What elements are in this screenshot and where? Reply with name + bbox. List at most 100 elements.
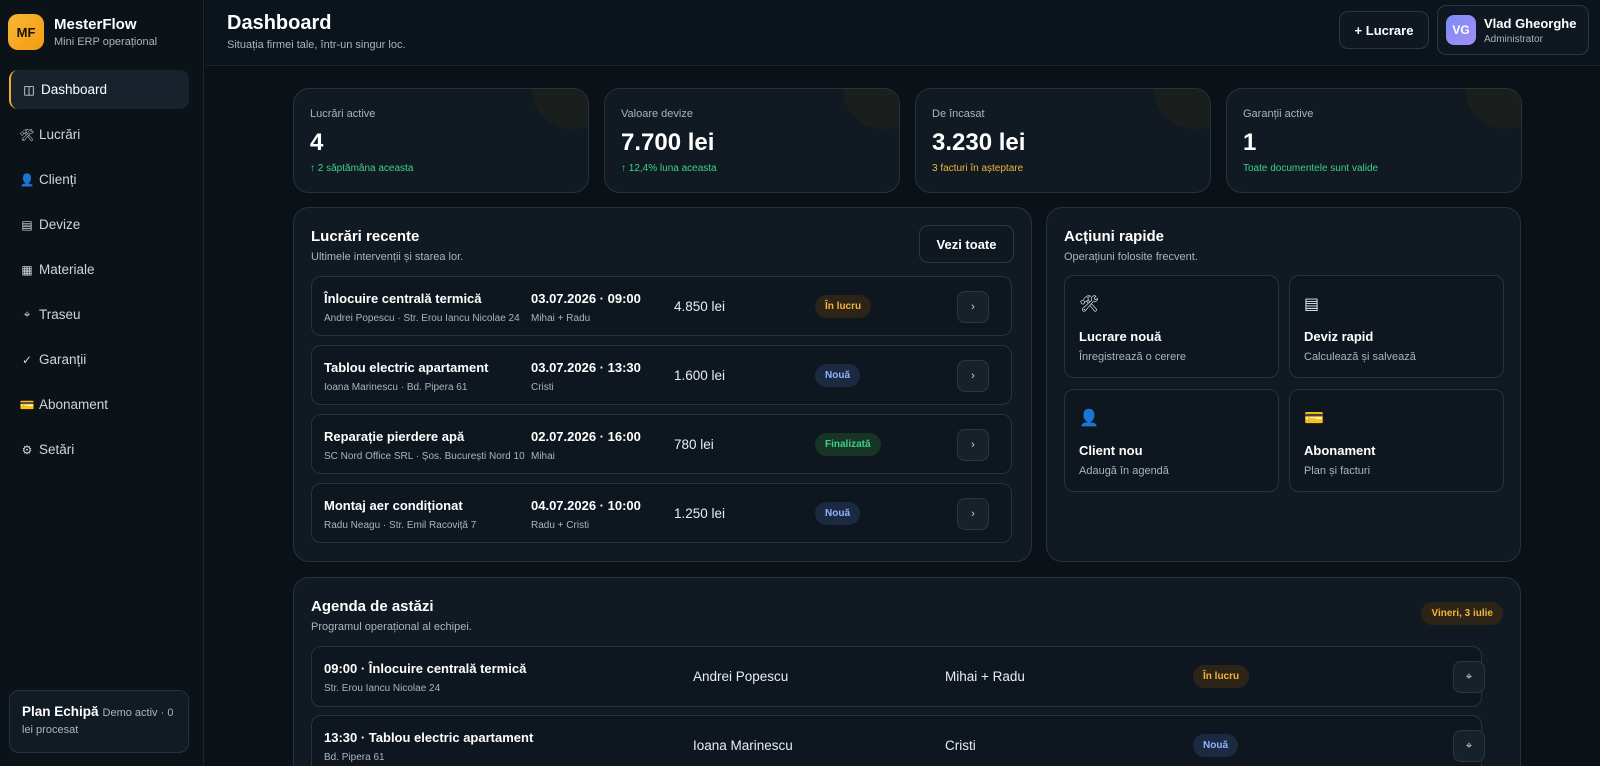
- brand-name: MesterFlow: [54, 16, 137, 33]
- stat-card-receivables: De încasat 3.230 lei 3 facturi în aștept…: [915, 88, 1211, 193]
- sidebar-item-setari[interactable]: ⚙ Setări: [9, 430, 189, 469]
- panel-title: Agenda de astăzi: [311, 598, 434, 615]
- quick-action-subtitle: Calculează și salvează: [1304, 351, 1416, 363]
- stat-note: ↑ 12,4% luna aceasta: [621, 163, 717, 174]
- chevron-right-icon: ›: [971, 370, 975, 382]
- quick-action-title: Abonament: [1304, 443, 1376, 458]
- stat-value: 7.700 lei: [621, 129, 715, 156]
- sidebar-item-materiale[interactable]: ▦ Materiale: [9, 250, 189, 289]
- job-address: Andrei Popescu · Str. Erou Iancu Nicolae…: [324, 313, 520, 324]
- sidebar-item-label: Devize: [39, 217, 81, 232]
- sidebar: MF MesterFlow Mini ERP operațional ◫ Das…: [0, 0, 204, 766]
- stat-label: De încasat: [932, 108, 985, 120]
- agenda-title: 09:00 · Înlocuire centrală termică: [324, 661, 527, 676]
- job-address: Radu Neagu · Str. Emil Racoviță 7: [324, 520, 477, 531]
- open-job-button[interactable]: ›: [957, 498, 989, 530]
- grid-icon: ▦: [21, 262, 33, 277]
- quick-actions-panel: Acțiuni rapide Operațiuni folosite frecv…: [1046, 207, 1521, 562]
- stat-label: Valoare devize: [621, 108, 693, 120]
- panel-title: Acțiuni rapide: [1064, 228, 1165, 245]
- credit-card-icon: 💳: [1304, 410, 1324, 427]
- user-menu[interactable]: VG Vlad Gheorghe Administrator: [1437, 5, 1589, 55]
- quick-action-subtitle: Înregistrează o cerere: [1079, 351, 1186, 363]
- job-price: 4.850 lei: [674, 299, 726, 314]
- recent-jobs-panel: Lucrări recente Ultimele intervenții și …: [293, 207, 1032, 562]
- plan-name: Plan Echipă: [22, 704, 99, 719]
- decor-circle: [1154, 89, 1210, 129]
- open-job-button[interactable]: ›: [957, 291, 989, 323]
- job-date: 03.07.2026 · 13:30: [531, 360, 641, 375]
- quick-action-title: Lucrare nouă: [1079, 329, 1162, 344]
- agenda-team: Cristi: [945, 738, 976, 753]
- quick-action-new-job[interactable]: 🛠 Lucrare nouă Înregistrează o cerere: [1064, 275, 1279, 378]
- agenda-row[interactable]: 13:30 · Tablou electric apartament Bd. P…: [311, 715, 1485, 766]
- panel-subtitle: Operațiuni folosite frecvent.: [1064, 251, 1198, 263]
- sidebar-item-dashboard[interactable]: ◫ Dashboard: [9, 70, 189, 109]
- credit-card-icon: 💳: [19, 397, 35, 412]
- quick-action-quick-quote[interactable]: ▤ Deviz rapid Calculează și salvează: [1289, 275, 1504, 378]
- document-icon: ▤: [21, 217, 33, 232]
- sidebar-item-label: Dashboard: [41, 82, 108, 97]
- agenda-title: 13:30 · Tablou electric apartament: [324, 730, 534, 745]
- status-badge: Nouă: [1193, 734, 1238, 757]
- quick-action-title: Deviz rapid: [1304, 329, 1374, 344]
- quick-action-title: Client nou: [1079, 443, 1143, 458]
- brand[interactable]: MF MesterFlow Mini ERP operațional: [8, 14, 157, 50]
- job-title: Montaj aer condiționat: [324, 498, 463, 513]
- quick-action-new-client[interactable]: 👤 Client nou Adaugă în agendă: [1064, 389, 1279, 492]
- page-title: Dashboard: [227, 12, 332, 34]
- route-button[interactable]: ⌖: [1453, 730, 1485, 762]
- location-icon: ⌖: [1465, 670, 1473, 683]
- open-job-button[interactable]: ›: [957, 360, 989, 392]
- sidebar-item-abonament[interactable]: 💳 Abonament: [9, 385, 189, 424]
- plan-box[interactable]: Plan Echipă Demo activ · 0 lei procesat: [9, 690, 189, 753]
- user-icon: 👤: [1079, 410, 1099, 427]
- sidebar-item-label: Abonament: [39, 397, 109, 412]
- stat-note: ↑ 2 săptămâna aceasta: [310, 163, 414, 174]
- tools-icon: 🛠: [1079, 296, 1100, 313]
- new-job-button[interactable]: + Lucrare: [1339, 11, 1429, 49]
- job-row[interactable]: Înlocuire centrală termică Andrei Popesc…: [311, 276, 1012, 336]
- sidebar-item-label: Lucrări: [39, 127, 81, 142]
- quick-action-subtitle: Plan și facturi: [1304, 465, 1371, 477]
- agenda-address: Str. Erou Iancu Nicolae 24: [324, 683, 441, 694]
- job-title: Reparație pierdere apă: [324, 429, 465, 444]
- agenda-team: Mihai + Radu: [945, 669, 1025, 684]
- stat-label: Garanții active: [1243, 108, 1314, 120]
- panel-title: Lucrări recente: [311, 228, 420, 245]
- job-date: 03.07.2026 · 09:00: [531, 291, 641, 306]
- quick-action-subscription[interactable]: 💳 Abonament Plan și facturi: [1289, 389, 1504, 492]
- status-badge: Nouă: [815, 502, 860, 525]
- status-badge: În lucru: [1193, 665, 1250, 688]
- see-all-button[interactable]: Vezi toate: [919, 225, 1014, 263]
- dashboard-icon: ◫: [23, 82, 35, 97]
- sidebar-item-lucrari[interactable]: 🛠 Lucrări: [9, 115, 189, 154]
- sidebar-item-traseu[interactable]: ⌖ Traseu: [9, 295, 189, 334]
- decor-circle: [1465, 89, 1521, 129]
- stat-card-warranties: Garanții active 1 Toate documentele sunt…: [1226, 88, 1522, 193]
- job-team: Cristi: [531, 382, 554, 393]
- sidebar-item-devize[interactable]: ▤ Devize: [9, 205, 189, 244]
- sidebar-item-clienti[interactable]: 👤 Clienți: [9, 160, 189, 199]
- job-row[interactable]: Montaj aer condiționat Radu Neagu · Str.…: [311, 483, 1012, 543]
- stat-value: 1: [1243, 129, 1257, 156]
- page-subtitle: Situația firmei tale, într-un singur loc…: [227, 39, 406, 51]
- sidebar-nav: ◫ Dashboard 🛠 Lucrări 👤 Clienți ▤ Devize…: [9, 70, 189, 475]
- chevron-right-icon: ›: [971, 439, 975, 451]
- sidebar-item-label: Materiale: [39, 262, 95, 277]
- quick-action-subtitle: Adaugă în agendă: [1079, 465, 1169, 477]
- agenda-client: Ioana Marinescu: [693, 738, 793, 753]
- stat-note: Toate documentele sunt valide: [1243, 163, 1379, 174]
- job-row[interactable]: Tablou electric apartament Ioana Marines…: [311, 345, 1012, 405]
- gear-icon: ⚙: [21, 442, 33, 457]
- panel-subtitle: Ultimele intervenții și starea lor.: [311, 251, 464, 263]
- open-job-button[interactable]: ›: [957, 429, 989, 461]
- agenda-row[interactable]: 09:00 · Înlocuire centrală termică Str. …: [311, 646, 1485, 707]
- agenda-address: Bd. Pipera 61: [324, 752, 385, 763]
- sidebar-item-garantii[interactable]: ✓ Garanții: [9, 340, 189, 379]
- route-button[interactable]: ⌖: [1453, 661, 1485, 693]
- topbar: Dashboard Situația firmei tale, într-un …: [205, 0, 1600, 66]
- job-row[interactable]: Reparație pierdere apă SC Nord Office SR…: [311, 414, 1012, 474]
- stat-value: 4: [310, 129, 324, 156]
- job-address: Ioana Marinescu · Bd. Pipera 61: [324, 382, 468, 393]
